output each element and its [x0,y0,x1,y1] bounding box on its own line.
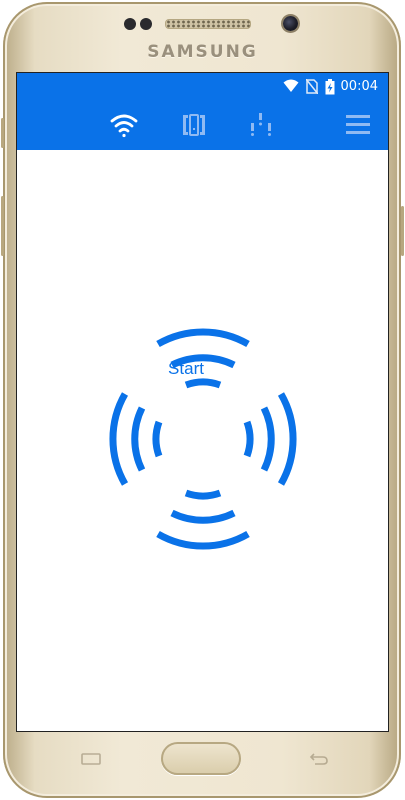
light-sensor [140,18,152,30]
wifi-icon [109,110,139,140]
tab-menu[interactable] [344,110,374,140]
toolbar [17,100,388,150]
front-camera [283,16,298,31]
device-icon [179,110,209,140]
screen: 00:04 [17,73,388,731]
tab-wifi[interactable] [109,110,139,140]
earpiece-speaker [165,19,251,29]
volume-button [1,118,4,148]
wifi-icon [283,79,299,98]
power-button [401,206,404,256]
tab-device[interactable] [179,110,209,140]
start-button[interactable]: Start [148,359,224,379]
status-time: 00:04 [340,79,378,94]
battery-charging-icon [325,79,335,100]
proximity-sensor [124,18,136,30]
no-sim-icon [305,78,319,99]
back-key [307,752,329,771]
tab-network[interactable] [246,110,276,140]
volume-button [1,196,4,256]
home-button [161,742,241,775]
menu-icon [344,110,374,140]
brand-logo: SAMSUNG [147,42,258,62]
recent-apps-key [80,752,102,771]
status-bar: 00:04 [17,73,388,100]
network-antenna-icon [246,110,276,140]
